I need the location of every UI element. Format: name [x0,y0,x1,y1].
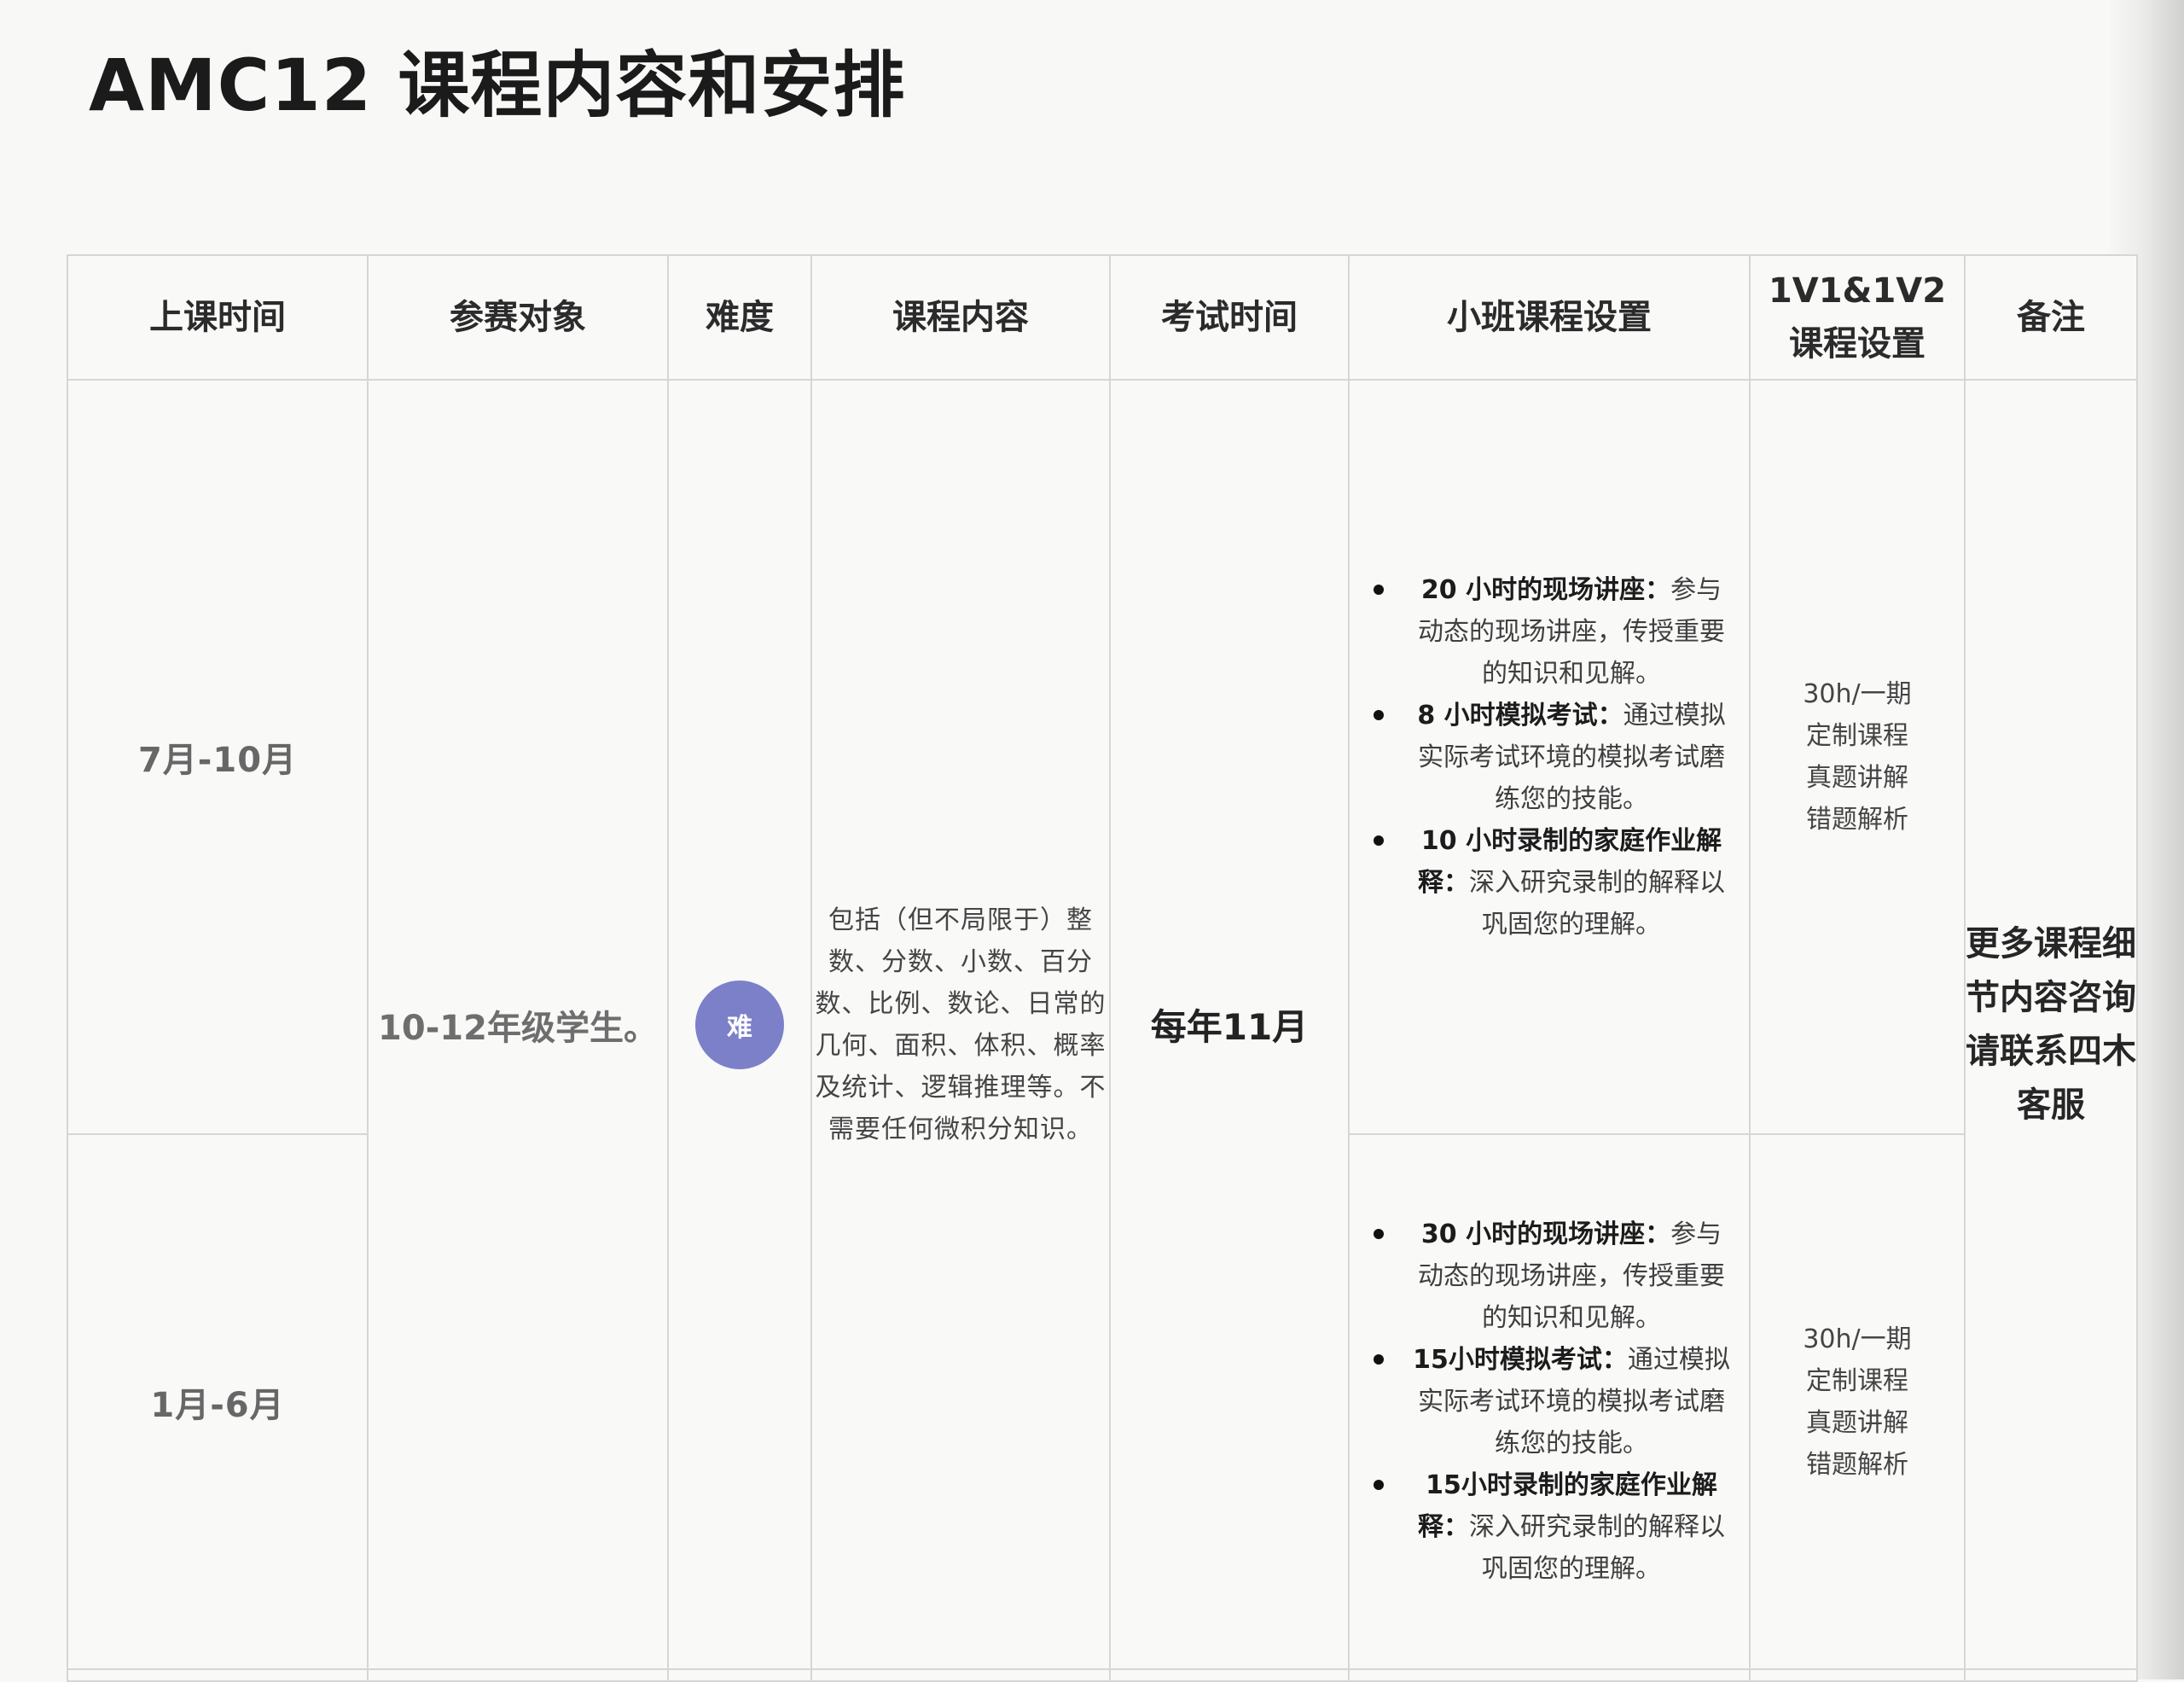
list-item-bold: 15小时模拟考试： [1413,1345,1628,1375]
vip-line: 真题讲解 [1806,1407,1908,1438]
list-item: 15小时模拟考试：通过模拟实际考试环境的模拟考试磨练您的技能。 [1370,1339,1734,1464]
list-item-bold: 30 小时的现场讲座： [1420,1219,1671,1249]
list-item-text: 深入研究录制的解释以巩固您的理解。 [1469,867,1725,940]
list-item-bold: 8 小时模拟考试： [1417,700,1623,730]
header-difficulty: 难度 [667,254,812,381]
small-class-cell: 30 小时的现场讲座：参与动态的现场讲座，传授重要的知识和见解。 15小时模拟考… [1348,1133,1751,1670]
list-item: 8 小时模拟考试：通过模拟实际考试环境的模拟考试磨练您的技能。 [1370,695,1734,820]
course-content-cell: 包括（但不局限于）整数、分数、小数、百分数、比例、数论、日常的几何、面积、体积、… [810,379,1111,1670]
difficulty-cell: 难 [667,379,812,1670]
vip-setup-cell: 30h/一期 定制课程 真题讲解 错题解析 [1749,379,1966,1135]
list-item: 30 小时的现场讲座：参与动态的现场讲座，传授重要的知识和见解。 [1370,1213,1734,1339]
header-vip-line1: 1V1&1V2 [1768,271,1947,311]
vip-line: 错题解析 [1806,1449,1908,1480]
header-small-class-setup: 小班课程设置 [1348,254,1751,381]
exam-time-cell: 每年11月 [1109,379,1350,1670]
header-vip-setup: 1V1&1V2 课程设置 [1749,254,1966,381]
page-title: AMC12 课程内容和安排 [89,44,906,127]
small-class-list: 30 小时的现场讲座：参与动态的现场讲座，传授重要的知识和见解。 15小时模拟考… [1350,1213,1749,1590]
difficulty-badge: 难 [695,980,784,1069]
small-class-cell: 20 小时的现场讲座：参与动态的现场讲座，传授重要的知识和见解。 8 小时模拟考… [1348,379,1751,1135]
vip-setup-cell: 30h/一期 定制课程 真题讲解 错题解析 [1749,1133,1966,1670]
vip-line: 30h/一期 [1803,679,1912,709]
vip-line: 定制课程 [1806,1365,1908,1396]
course-schedule-table: 上课时间 参赛对象 难度 课程内容 考试时间 小班课程设置 1V1&1V2 课程… [67,254,2138,1682]
list-item: 20 小时的现场讲座：参与动态的现场讲座，传授重要的知识和见解。 [1370,569,1734,695]
remark-cell: 更多课程细节内容咨询请联系四木客服 [1964,379,2138,1670]
header-audience: 参赛对象 [367,254,669,381]
list-item-text: 深入研究录制的解释以巩固您的理解。 [1469,1512,1725,1584]
header-class-time: 上课时间 [67,254,369,381]
small-class-list: 20 小时的现场讲座：参与动态的现场讲座，传授重要的知识和见解。 8 小时模拟考… [1350,569,1749,946]
table-row: 7月-10月 10-12年级学生。 难 包括（但不局限于）整数、分数、小数、百分… [67,379,2138,1670]
header-remark: 备注 [1964,254,2138,381]
vip-line: 30h/一期 [1803,1324,1912,1354]
class-period-cell: 7月-10月 [67,379,369,1135]
list-item-bold: 20 小时的现场讲座： [1420,574,1671,605]
list-item: 15小时录制的家庭作业解释：深入研究录制的解释以巩固您的理解。 [1370,1464,1734,1590]
vip-line: 错题解析 [1806,805,1908,835]
header-vip-line2: 课程设置 [1789,324,1926,364]
vip-line: 定制课程 [1806,721,1908,751]
table-header-row: 上课时间 参赛对象 难度 课程内容 考试时间 小班课程设置 1V1&1V2 课程… [67,254,2138,381]
class-period-cell: 1月-6月 [67,1133,369,1670]
audience-cell: 10-12年级学生。 [367,379,669,1670]
header-exam-time: 考试时间 [1109,254,1350,381]
list-item: 10 小时录制的家庭作业解释：深入研究录制的解释以巩固您的理解。 [1370,820,1734,946]
vip-line: 真题讲解 [1806,763,1908,793]
header-course-content: 课程内容 [810,254,1111,381]
